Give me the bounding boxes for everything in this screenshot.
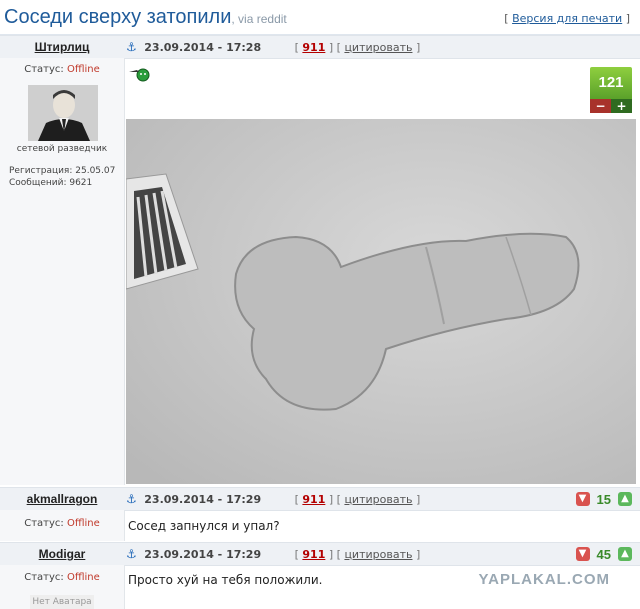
post-header: Штирлиц ⚓ 23.09.2014 - 17:28 [ 911 ] [ ц… xyxy=(0,35,640,59)
post-links: [ 911 ] [ цитировать ] xyxy=(294,493,421,506)
anchor-icon[interactable]: ⚓ xyxy=(126,492,137,506)
author-profile: Статус: Offline Нет Аватара xyxy=(0,565,125,609)
post-links: [ 911 ] [ цитировать ] xyxy=(294,548,421,561)
post-rating: ▼ 45 ▲ xyxy=(575,545,632,563)
post-image[interactable] xyxy=(126,119,636,484)
thumb-up-icon[interactable]: ▲ xyxy=(618,547,632,561)
registration-date: 25.05.07 xyxy=(75,166,116,176)
topic-header: Соседи сверху затопили, via reddit [ Вер… xyxy=(0,0,640,35)
author-link[interactable]: akmallragon xyxy=(27,492,98,506)
no-avatar-placeholder: Нет Аватара xyxy=(30,595,94,609)
avatar[interactable] xyxy=(28,85,98,141)
status-value: Offline xyxy=(66,64,100,75)
registration-label: Регистрация: xyxy=(9,166,73,176)
avatar-image xyxy=(28,85,98,141)
smiley-icon xyxy=(128,66,150,82)
messages-count: 9621 xyxy=(69,178,93,188)
post-number-link[interactable]: 911 xyxy=(302,41,325,54)
author-profile: Статус: Offline xyxy=(0,510,125,541)
rate-down-button[interactable]: − xyxy=(590,99,611,113)
post-rating: 121 − + xyxy=(590,67,632,115)
rating-value: 45 xyxy=(596,546,611,562)
topic-title-text: Соседи сверху затопили xyxy=(4,6,232,28)
thumb-down-icon[interactable]: ▼ xyxy=(575,547,590,561)
print-version: [ Версия для печати ] xyxy=(504,12,630,25)
post-date: 23.09.2014 - 17:28 xyxy=(144,41,262,54)
post-date: 23.09.2014 - 17:29 xyxy=(144,493,262,506)
ceiling-stain-photo xyxy=(126,119,636,484)
author-name-cell: Штирлиц xyxy=(0,36,124,58)
topic-source: , via reddit xyxy=(231,12,287,26)
post-header: akmallragon ⚓ 23.09.2014 - 17:29 [ 911 ]… xyxy=(0,487,640,511)
post-date: 23.09.2014 - 17:29 xyxy=(144,548,262,561)
post-meta: ⚓ 23.09.2014 - 17:29 [ 911 ] [ цитироват… xyxy=(126,543,420,565)
post-meta: ⚓ 23.09.2014 - 17:28 [ 911 ] [ цитироват… xyxy=(126,36,420,58)
status-value: Offline xyxy=(66,572,100,583)
author-link[interactable]: Штирлиц xyxy=(35,40,90,54)
anchor-icon[interactable]: ⚓ xyxy=(126,40,137,54)
post-number-link[interactable]: 911 xyxy=(302,548,325,561)
user-stats: Регистрация: 25.05.07 Сообщений: 9621 xyxy=(9,165,115,189)
status-value: Offline xyxy=(66,518,100,529)
user-title: сетевой разведчик xyxy=(16,144,108,154)
quote-link[interactable]: цитировать xyxy=(344,41,412,54)
print-bracket-open: [ xyxy=(504,12,509,25)
rate-up-button[interactable]: + xyxy=(611,99,632,113)
author-profile: Статус: Offline сетевой разведчик Регист… xyxy=(0,58,125,485)
author-status: Статус: Offline xyxy=(0,572,124,583)
author-status: Статус: Offline xyxy=(0,518,124,529)
post-links: [ 911 ] [ цитировать ] xyxy=(294,41,421,54)
post-text: Сосед запнулся и упал? xyxy=(128,519,280,533)
author-link[interactable]: Modigar xyxy=(39,547,86,561)
print-version-link[interactable]: Версия для печати xyxy=(512,12,622,25)
registration-row: Регистрация: 25.05.07 xyxy=(9,165,115,177)
post-rating: ▼ 15 ▲ xyxy=(575,490,632,508)
rating-buttons: − + xyxy=(590,99,632,113)
messages-label: Сообщений: xyxy=(9,178,67,188)
rating-value: 15 xyxy=(596,491,611,507)
author-name-cell: akmallragon xyxy=(0,488,124,510)
thumb-down-icon[interactable]: ▼ xyxy=(575,492,590,506)
status-label: Статус: xyxy=(24,518,64,529)
print-bracket-close: ] xyxy=(625,12,630,25)
quote-link[interactable]: цитировать xyxy=(344,548,412,561)
site-watermark: YAPLAKAL.COM xyxy=(478,571,610,588)
post-header: Modigar ⚓ 23.09.2014 - 17:29 [ 911 ] [ ц… xyxy=(0,542,640,566)
status-label: Статус: xyxy=(24,64,64,75)
post-meta: ⚓ 23.09.2014 - 17:29 [ 911 ] [ цитироват… xyxy=(126,488,420,510)
post-number-link[interactable]: 911 xyxy=(302,493,325,506)
author-name-cell: Modigar xyxy=(0,543,124,565)
quote-link[interactable]: цитировать xyxy=(344,493,412,506)
rating-value: 121 xyxy=(590,67,632,99)
messages-row: Сообщений: 9621 xyxy=(9,177,115,189)
thumb-up-icon[interactable]: ▲ xyxy=(618,492,632,506)
post-text: Просто хуй на тебя положили. xyxy=(128,573,323,587)
anchor-icon[interactable]: ⚓ xyxy=(126,547,137,561)
author-status: Статус: Offline xyxy=(0,64,124,75)
status-label: Статус: xyxy=(24,572,64,583)
topic-title: Соседи сверху затопили, via reddit xyxy=(4,6,287,29)
